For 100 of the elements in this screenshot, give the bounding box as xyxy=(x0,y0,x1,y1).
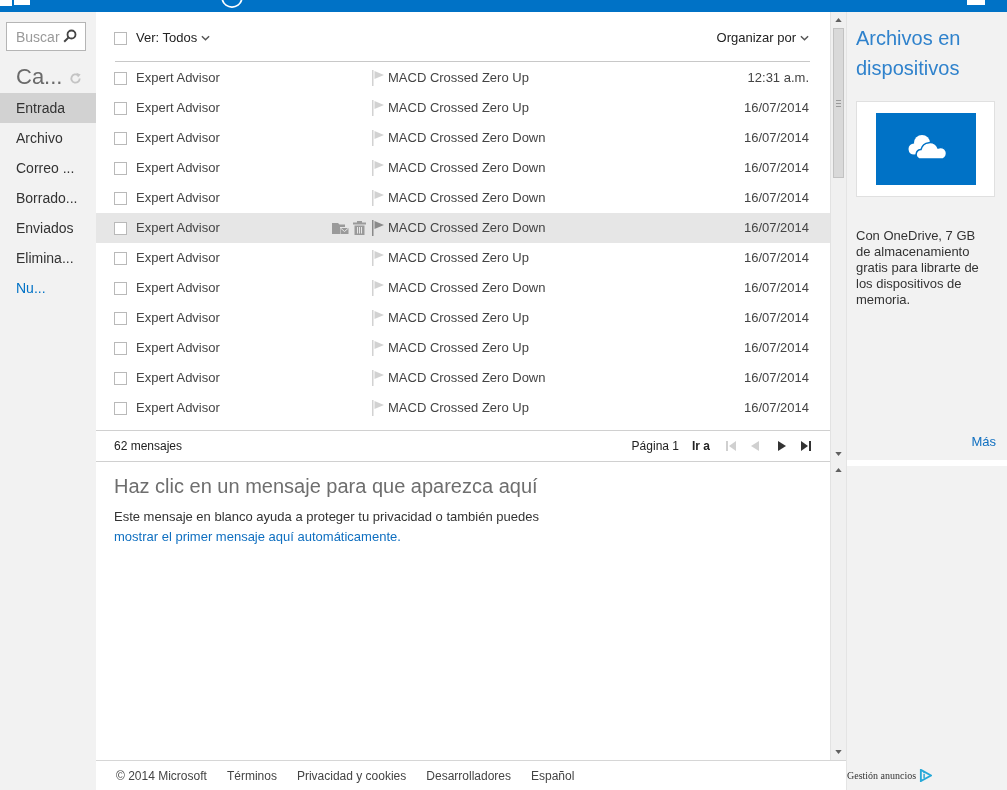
message-date: 16/07/2014 xyxy=(743,399,809,418)
sender-name: Expert Advisor xyxy=(136,159,221,178)
sender-name: Expert Advisor xyxy=(136,249,221,268)
flag-icon[interactable] xyxy=(372,70,384,86)
copyright-text: © 2014 Microsoft xyxy=(116,767,207,785)
message-subject: MACD Crossed Zero Down xyxy=(388,129,546,148)
checkbox[interactable] xyxy=(114,31,127,45)
message-subject: MACD Crossed Zero Down xyxy=(388,159,546,178)
sender-name: Expert Advisor xyxy=(136,399,221,418)
square-icon[interactable] xyxy=(967,0,985,5)
flag-icon[interactable] xyxy=(372,160,384,176)
search-icon[interactable] xyxy=(63,29,77,43)
message-subject: MACD Crossed Zero Up xyxy=(388,249,529,268)
cloud-icon xyxy=(876,113,976,185)
checkbox[interactable] xyxy=(114,191,127,205)
logo-icon[interactable] xyxy=(0,0,30,6)
message-subject: MACD Crossed Zero Up xyxy=(388,339,529,358)
sender-name: Expert Advisor xyxy=(136,339,221,358)
reading-pane-message: Este mensaje en blanco ayuda a proteger tu privacidad o también puedes mostrar el primer mensaje aquí automáticamente. xyxy=(114,508,540,546)
folder-item[interactable]: Entrada xyxy=(0,93,96,123)
checkbox[interactable] xyxy=(114,371,127,385)
trash-icon[interactable] xyxy=(353,221,366,235)
footer-link[interactable]: Español xyxy=(531,766,575,785)
promo-text: Con OneDrive, 7 GB de almacenamiento gratis para librarte de los dispositivos de memoria. xyxy=(856,228,980,308)
checkbox[interactable] xyxy=(114,161,127,175)
scroll-up-icon[interactable] xyxy=(835,18,842,22)
go-to-button[interactable]: Ir a xyxy=(692,437,710,455)
scroll-down-icon[interactable] xyxy=(835,750,842,754)
folders-heading: Ca... xyxy=(16,63,63,91)
checkbox[interactable] xyxy=(114,311,127,325)
sender-name: Expert Advisor xyxy=(136,309,221,328)
sort-dropdown[interactable]: Organizar por xyxy=(716,28,809,48)
message-row[interactable]: Expert Advisor MACD Crossed Zero Down 16/07/2014 xyxy=(96,213,830,243)
search-field[interactable]: Buscar xyxy=(6,22,86,51)
sender-name: Expert Advisor xyxy=(136,189,221,208)
chevron-down-icon xyxy=(800,35,809,41)
folder-envelope-icon[interactable] xyxy=(332,221,349,235)
message-subject: MACD Crossed Zero Down xyxy=(388,279,546,298)
checkbox[interactable] xyxy=(114,221,127,235)
message-date: 16/07/2014 xyxy=(743,369,809,388)
ring-icon[interactable] xyxy=(220,0,244,11)
chevron-down-icon xyxy=(201,35,211,41)
more-link[interactable]: Más xyxy=(971,434,996,450)
message-date: 16/07/2014 xyxy=(743,279,809,298)
triangle-icon[interactable] xyxy=(919,768,933,782)
message-date: 16/07/2014 xyxy=(743,189,809,208)
sender-name: Expert Advisor xyxy=(136,279,221,298)
flag-icon[interactable] xyxy=(372,100,384,116)
filter-dropdown[interactable]: Ver: Todos xyxy=(136,28,211,48)
message-date: 16/07/2014 xyxy=(743,219,809,238)
message-date: 16/07/2014 xyxy=(743,249,809,268)
message-subject: MACD Crossed Zero Up xyxy=(388,309,529,328)
checkbox[interactable] xyxy=(114,101,127,115)
footer-link[interactable]: Desarrolladores xyxy=(426,766,511,785)
scrollbar[interactable] xyxy=(830,462,846,760)
flag-icon[interactable] xyxy=(372,280,384,296)
checkbox[interactable] xyxy=(114,281,127,295)
message-subject: MACD Crossed Zero Up xyxy=(388,99,529,118)
message-date: 16/07/2014 xyxy=(743,129,809,148)
message-date: 16/07/2014 xyxy=(743,339,809,358)
message-subject: MACD Crossed Zero Up xyxy=(388,69,529,88)
footer-link[interactable]: Términos xyxy=(226,766,277,785)
refresh-icon[interactable] xyxy=(69,72,83,85)
sender-name: Expert Advisor xyxy=(136,219,221,238)
flag-icon[interactable] xyxy=(372,190,384,206)
message-date: 16/07/2014 xyxy=(743,99,809,118)
next-page-icon[interactable] xyxy=(778,441,786,451)
checkbox[interactable] xyxy=(114,401,127,415)
scroll-down-icon[interactable] xyxy=(835,452,842,456)
sender-name: Expert Advisor xyxy=(136,69,221,88)
sender-name: Expert Advisor xyxy=(136,129,221,148)
message-date: 12:31 a.m. xyxy=(747,69,809,88)
flag-icon[interactable] xyxy=(372,130,384,146)
sender-name: Expert Advisor xyxy=(136,99,221,118)
scrollbar[interactable] xyxy=(830,12,846,462)
scroll-up-icon[interactable] xyxy=(835,468,842,472)
checkbox[interactable] xyxy=(114,71,127,85)
scrollbar-thumb[interactable] xyxy=(833,28,844,178)
message-subject: MACD Crossed Zero Down xyxy=(388,219,546,238)
new-folder-link[interactable]: Nu... xyxy=(16,277,46,299)
flag-icon[interactable] xyxy=(372,310,384,326)
message-subject: MACD Crossed Zero Up xyxy=(388,399,529,418)
message-subject: MACD Crossed Zero Down xyxy=(388,189,546,208)
message-date: 16/07/2014 xyxy=(743,309,809,328)
flag-icon[interactable] xyxy=(372,220,384,236)
checkbox[interactable] xyxy=(114,341,127,355)
sender-name: Expert Advisor xyxy=(136,369,221,388)
flag-icon[interactable] xyxy=(372,370,384,386)
last-page-icon[interactable] xyxy=(801,441,811,451)
checkbox[interactable] xyxy=(114,251,127,265)
reading-pane-title: Haz clic en un mensaje para que aparezca aquí xyxy=(114,474,538,499)
show-first-message-link[interactable]: mostrar el primer mensaje aquí automáticamente. xyxy=(114,529,401,544)
checkbox[interactable] xyxy=(114,131,127,145)
message-date: 16/07/2014 xyxy=(743,159,809,178)
flag-icon[interactable] xyxy=(372,400,384,416)
footer-link[interactable]: Privacidad y cookies xyxy=(296,766,407,785)
flag-icon[interactable] xyxy=(372,250,384,266)
ad-settings-link[interactable]: Gestión anuncios xyxy=(847,767,933,783)
flag-icon[interactable] xyxy=(372,340,384,356)
message-count: 62 mensajes xyxy=(114,438,183,455)
